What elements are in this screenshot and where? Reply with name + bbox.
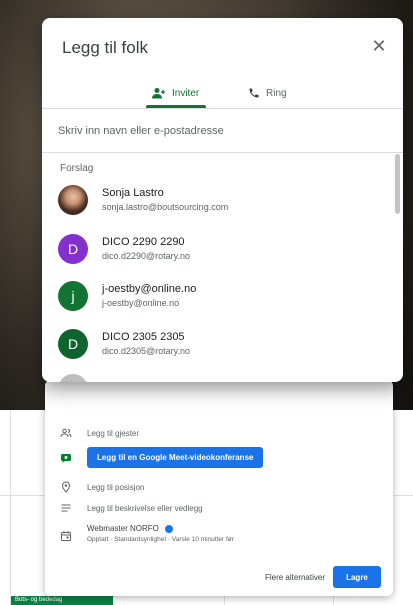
save-button[interactable]: Lagre — [333, 566, 381, 588]
add-meet-button[interactable]: Legg til en Google Meet-videokonferanse — [87, 447, 264, 468]
calendar-row[interactable]: Webmaster NORFO Opptatt · Standardsynlig… — [59, 524, 234, 543]
calendar-color-dot[interactable] — [164, 524, 173, 533]
contact-text: Sonja Lastro sonja.lastro@boutsourcing.c… — [102, 186, 228, 214]
tab-call-label: Ring — [266, 87, 287, 99]
divider — [42, 108, 403, 109]
suggestions-heading: Forslag — [60, 163, 94, 174]
add-guests-row[interactable]: Legg til gjester — [59, 426, 139, 440]
contact-text: DICO 2290 2290 dico.d2290@rotary.no — [102, 235, 190, 263]
avatar: j — [58, 281, 88, 311]
avatar: D — [58, 329, 88, 359]
calendar-info: Webmaster NORFO Opptatt · Standardsynlig… — [87, 524, 234, 543]
contact-item[interactable]: D DICO 2305 2305 dico.d2305@rotary.no — [58, 324, 388, 364]
add-description-label: Legg til beskrivelse eller vedlegg — [87, 503, 203, 513]
calendar-status: Opptatt · Standardsynlighet · Varsle 10 … — [87, 536, 234, 543]
add-location-label: Legg til posisjon — [87, 482, 145, 492]
more-options-button[interactable]: Flere alternativer — [265, 573, 325, 582]
contact-name: Sonja Lastro — [102, 187, 164, 199]
contact-item[interactable]: D DICO 2290 2290 dico.d2290@rotary.no — [58, 229, 388, 269]
search-input[interactable] — [58, 120, 388, 142]
scrollbar[interactable] — [395, 154, 400, 214]
divider — [42, 152, 403, 153]
tab-invite-label: Inviter — [172, 87, 200, 99]
calendar-name-line: Webmaster NORFO — [87, 524, 234, 533]
event-editor-panel: Legg til gjester Legg til en Google Meet… — [45, 380, 393, 596]
avatar — [58, 185, 88, 215]
contact-item[interactable]: Sonja Lastro sonja.lastro@boutsourcing.c… — [58, 180, 388, 220]
close-icon[interactable]: ✕ — [369, 36, 389, 56]
contact-text: DICO 2305 2305 dico.d2305@rotary.no — [102, 330, 190, 358]
contact-name: DICO 2305 2305 — [102, 331, 185, 343]
dialog-title: Legg til folk — [62, 38, 148, 57]
person-add-icon — [152, 87, 166, 99]
calendar-event[interactable]: Bots- og bededag — [11, 596, 113, 605]
contact-email: dico.d2305@rotary.no — [102, 346, 191, 356]
calendar-gridline — [10, 410, 11, 605]
dialog-tabs: Inviter Ring — [42, 78, 403, 108]
contact-name: j-oestby@online.no — [102, 283, 197, 295]
contact-name: DICO 2290 2290 — [102, 236, 185, 248]
contact-email: sonja.lastro@boutsourcing.com — [102, 202, 229, 212]
add-people-dialog: Legg til folk ✕ Inviter Ring Forslag Son… — [42, 18, 403, 382]
location-pin-icon — [59, 480, 73, 494]
meet-icon — [59, 451, 73, 465]
phone-icon — [248, 87, 260, 99]
add-guests-label: Legg til gjester — [87, 428, 140, 438]
calendar-name: Webmaster NORFO — [87, 524, 159, 533]
contact-text: j-oestby@online.no j-oestby@online.no — [102, 282, 196, 310]
avatar: D — [58, 234, 88, 264]
meet-row: Legg til en Google Meet-videokonferanse — [59, 447, 264, 468]
avatar — [58, 374, 88, 382]
tab-call[interactable]: Ring — [248, 78, 287, 108]
add-location-row[interactable]: Legg til posisjon — [59, 480, 144, 494]
tab-invite[interactable]: Inviter — [152, 78, 199, 108]
notes-icon — [59, 501, 73, 515]
add-description-row[interactable]: Legg til beskrivelse eller vedlegg — [59, 501, 203, 515]
contact-email: dico.d2290@rotary.no — [102, 251, 191, 261]
contact-email: j-oestby@online.no — [102, 298, 180, 308]
people-icon — [59, 426, 73, 440]
calendar-icon — [59, 529, 73, 543]
contact-item[interactable]: j j-oestby@online.no j-oestby@online.no — [58, 276, 388, 316]
